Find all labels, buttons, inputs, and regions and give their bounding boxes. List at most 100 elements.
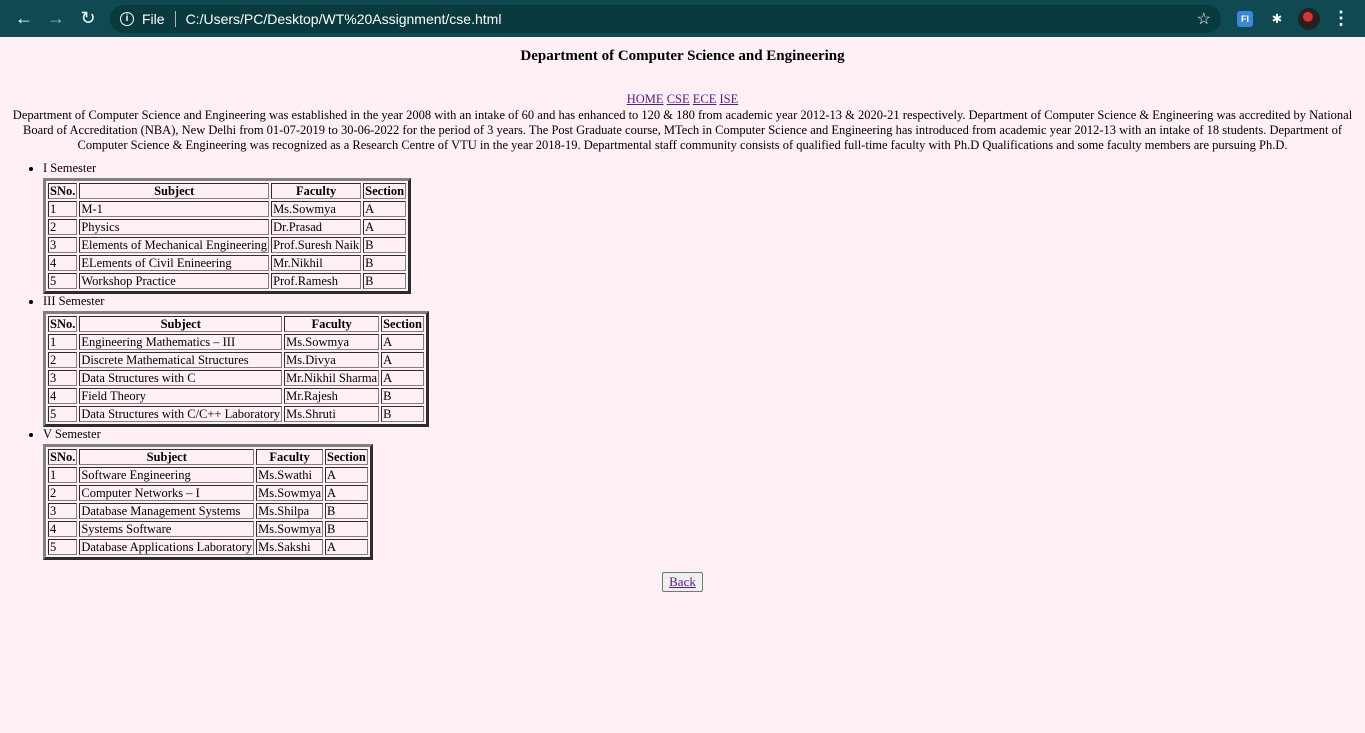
column-header: Subject: [79, 183, 270, 199]
table-row: 3 Data Structures with C Mr.Nikhil Sharma A: [48, 370, 424, 386]
back-wrap: Back: [8, 572, 1357, 592]
bookmark-star-icon[interactable]: ☆: [1197, 9, 1211, 29]
semester-table: SNo. Subject Faculty Section 1 Software Engin…: [43, 444, 373, 560]
table-cell: Ms.Shilpa: [256, 503, 323, 519]
table-cell: Mr.Nikhil Sharma: [284, 370, 380, 386]
forward-arrow-icon[interactable]: →: [40, 3, 72, 35]
table-cell: Ms.Divya: [284, 352, 380, 368]
info-icon[interactable]: i: [120, 11, 134, 26]
column-header: SNo.: [48, 316, 78, 332]
table-cell: 3: [48, 237, 78, 253]
back-arrow-icon[interactable]: ←: [8, 3, 40, 35]
table-cell: Database Applications Laboratory: [79, 539, 255, 555]
nav-link-cse[interactable]: CSE: [667, 92, 690, 106]
table-header-row: SNo. Subject Faculty Section: [48, 183, 407, 199]
back-button[interactable]: Back: [662, 572, 703, 592]
table-cell: A: [325, 467, 368, 483]
menu-dots-icon[interactable]: ⋮: [1325, 3, 1357, 35]
table-cell: A: [325, 539, 368, 555]
table-header-row: SNo. Subject Faculty Section: [48, 449, 368, 465]
table-cell: Workshop Practice: [79, 273, 270, 289]
extensions-puzzle-icon[interactable]: ✱: [1261, 3, 1293, 35]
table-cell: 4: [48, 521, 78, 537]
back-link[interactable]: Back: [669, 574, 696, 589]
table-row: 5 Database Applications Laboratory Ms.Saks…: [48, 539, 368, 555]
table-cell: ELements of Civil Enineering: [79, 255, 270, 271]
table-cell: Ms.Sowmya: [256, 521, 323, 537]
semester-list: I Semester SNo.SubjectFacultySection1M-1…: [8, 161, 1357, 560]
table-cell: 3: [48, 503, 78, 519]
table-cell: 2: [48, 485, 78, 501]
table-cell: A: [381, 370, 424, 386]
table-cell: 1: [48, 467, 78, 483]
address-bar[interactable]: i File C:/Users/PC/Desktop/WT%20Assignme…: [110, 4, 1221, 33]
table-cell: Discrete Mathematical Structures: [79, 352, 283, 368]
table-cell: Dr.Prasad: [271, 219, 362, 235]
table-cell: B: [363, 237, 407, 253]
column-header: Subject: [79, 449, 255, 465]
semester-table: SNo. Subject Faculty Section 1 M-1 Ms.Sowmya A 2…: [43, 178, 412, 294]
semester-table: SNo. Subject Faculty Section 1 Engineering Ma…: [43, 311, 429, 427]
intro-paragraph: Department of Computer Science and Engin…: [12, 108, 1353, 152]
column-header: Section: [325, 449, 368, 465]
table-row: 1 Engineering Mathematics – III Ms.Sowmya A: [48, 334, 424, 350]
nav-link-home[interactable]: HOME: [627, 92, 664, 106]
table-cell: Ms.Sowmya: [256, 485, 323, 501]
profile-button[interactable]: [1293, 3, 1325, 35]
avatar: [1298, 7, 1320, 30]
table-cell: B: [363, 255, 407, 271]
table-row: 1 M-1 Ms.Sowmya A: [48, 201, 407, 217]
semester-label: III Semester: [43, 294, 105, 308]
table-cell: M-1: [79, 201, 270, 217]
page-title: Department of Computer Science and Engin…: [520, 48, 845, 64]
table-cell: 1: [48, 334, 78, 350]
semester-item: V Semester SNo.SubjectFacultySection 1Sof…: [43, 427, 1357, 560]
table-row: 1 Software Engineering Ms.Swathi A: [48, 467, 368, 483]
table-row: 5 Data Structures with C/C++ Laboratory Ms…: [48, 406, 424, 422]
table-cell: 2: [48, 219, 78, 235]
table-cell: Physics: [79, 219, 270, 235]
table-cell: Systems Software: [79, 521, 255, 537]
table-cell: Field Theory: [79, 388, 283, 404]
reload-icon[interactable]: ↻: [72, 3, 104, 35]
table-row: 4 Field Theory Mr.Rajesh B: [48, 388, 424, 404]
table-cell: Prof.Ramesh: [271, 273, 362, 289]
table-cell: Mr.Rajesh: [284, 388, 380, 404]
table-cell: Data Structures with C: [79, 370, 283, 386]
url-text[interactable]: C:/Users/PC/Desktop/WT%20Assignment/cse.…: [186, 11, 1197, 27]
table-cell: Database Management Systems: [79, 503, 255, 519]
table-cell: 4: [48, 388, 78, 404]
table-cell: Prof.Suresh Naik: [271, 237, 362, 253]
column-header: SNo.: [48, 183, 78, 199]
table-row: 3 Elements of Mechanical Engineering Prof.…: [48, 237, 407, 253]
table-row: 3 Database Management Systems Ms.Shilpa B: [48, 503, 368, 519]
table-row: 4 ELements of Civil Enineering Mr.Nikhil B: [48, 255, 407, 271]
divider: [174, 10, 176, 27]
semester-item: III Semester SNo.SubjectFacultySection 1E…: [43, 294, 1357, 427]
nav-link-ise[interactable]: ISE: [719, 92, 738, 106]
table-cell: 4: [48, 255, 78, 271]
semester-label: V Semester: [43, 427, 101, 441]
table-cell: B: [381, 406, 424, 422]
table-cell: A: [363, 219, 407, 235]
table-cell: 3: [48, 370, 78, 386]
table-cell: Ms.Shruti: [284, 406, 380, 422]
table-row: 2 Physics Dr.Prasad A: [48, 219, 407, 235]
table-cell: 5: [48, 406, 78, 422]
table-cell: Ms.Sowmya: [284, 334, 380, 350]
column-header: Subject: [79, 316, 283, 332]
column-header: Section: [363, 183, 407, 199]
table-cell: A: [325, 485, 368, 501]
extension-fi-icon: FI: [1237, 10, 1253, 27]
table-cell: A: [381, 352, 424, 368]
extension-fi-button[interactable]: FI: [1229, 3, 1261, 35]
nav-link-ece[interactable]: ECE: [693, 92, 717, 106]
column-header: Section: [381, 316, 424, 332]
table-cell: A: [381, 334, 424, 350]
table-cell: Computer Networks – I: [79, 485, 255, 501]
browser-toolbar: ← → ↻ i File C:/Users/PC/Desktop/WT%20As…: [0, 0, 1365, 37]
table-row: 4 Systems Software Ms.Sowmya B: [48, 521, 368, 537]
table-cell: B: [325, 521, 368, 537]
semester-label: I Semester: [43, 161, 97, 175]
column-header: Faculty: [284, 316, 380, 332]
